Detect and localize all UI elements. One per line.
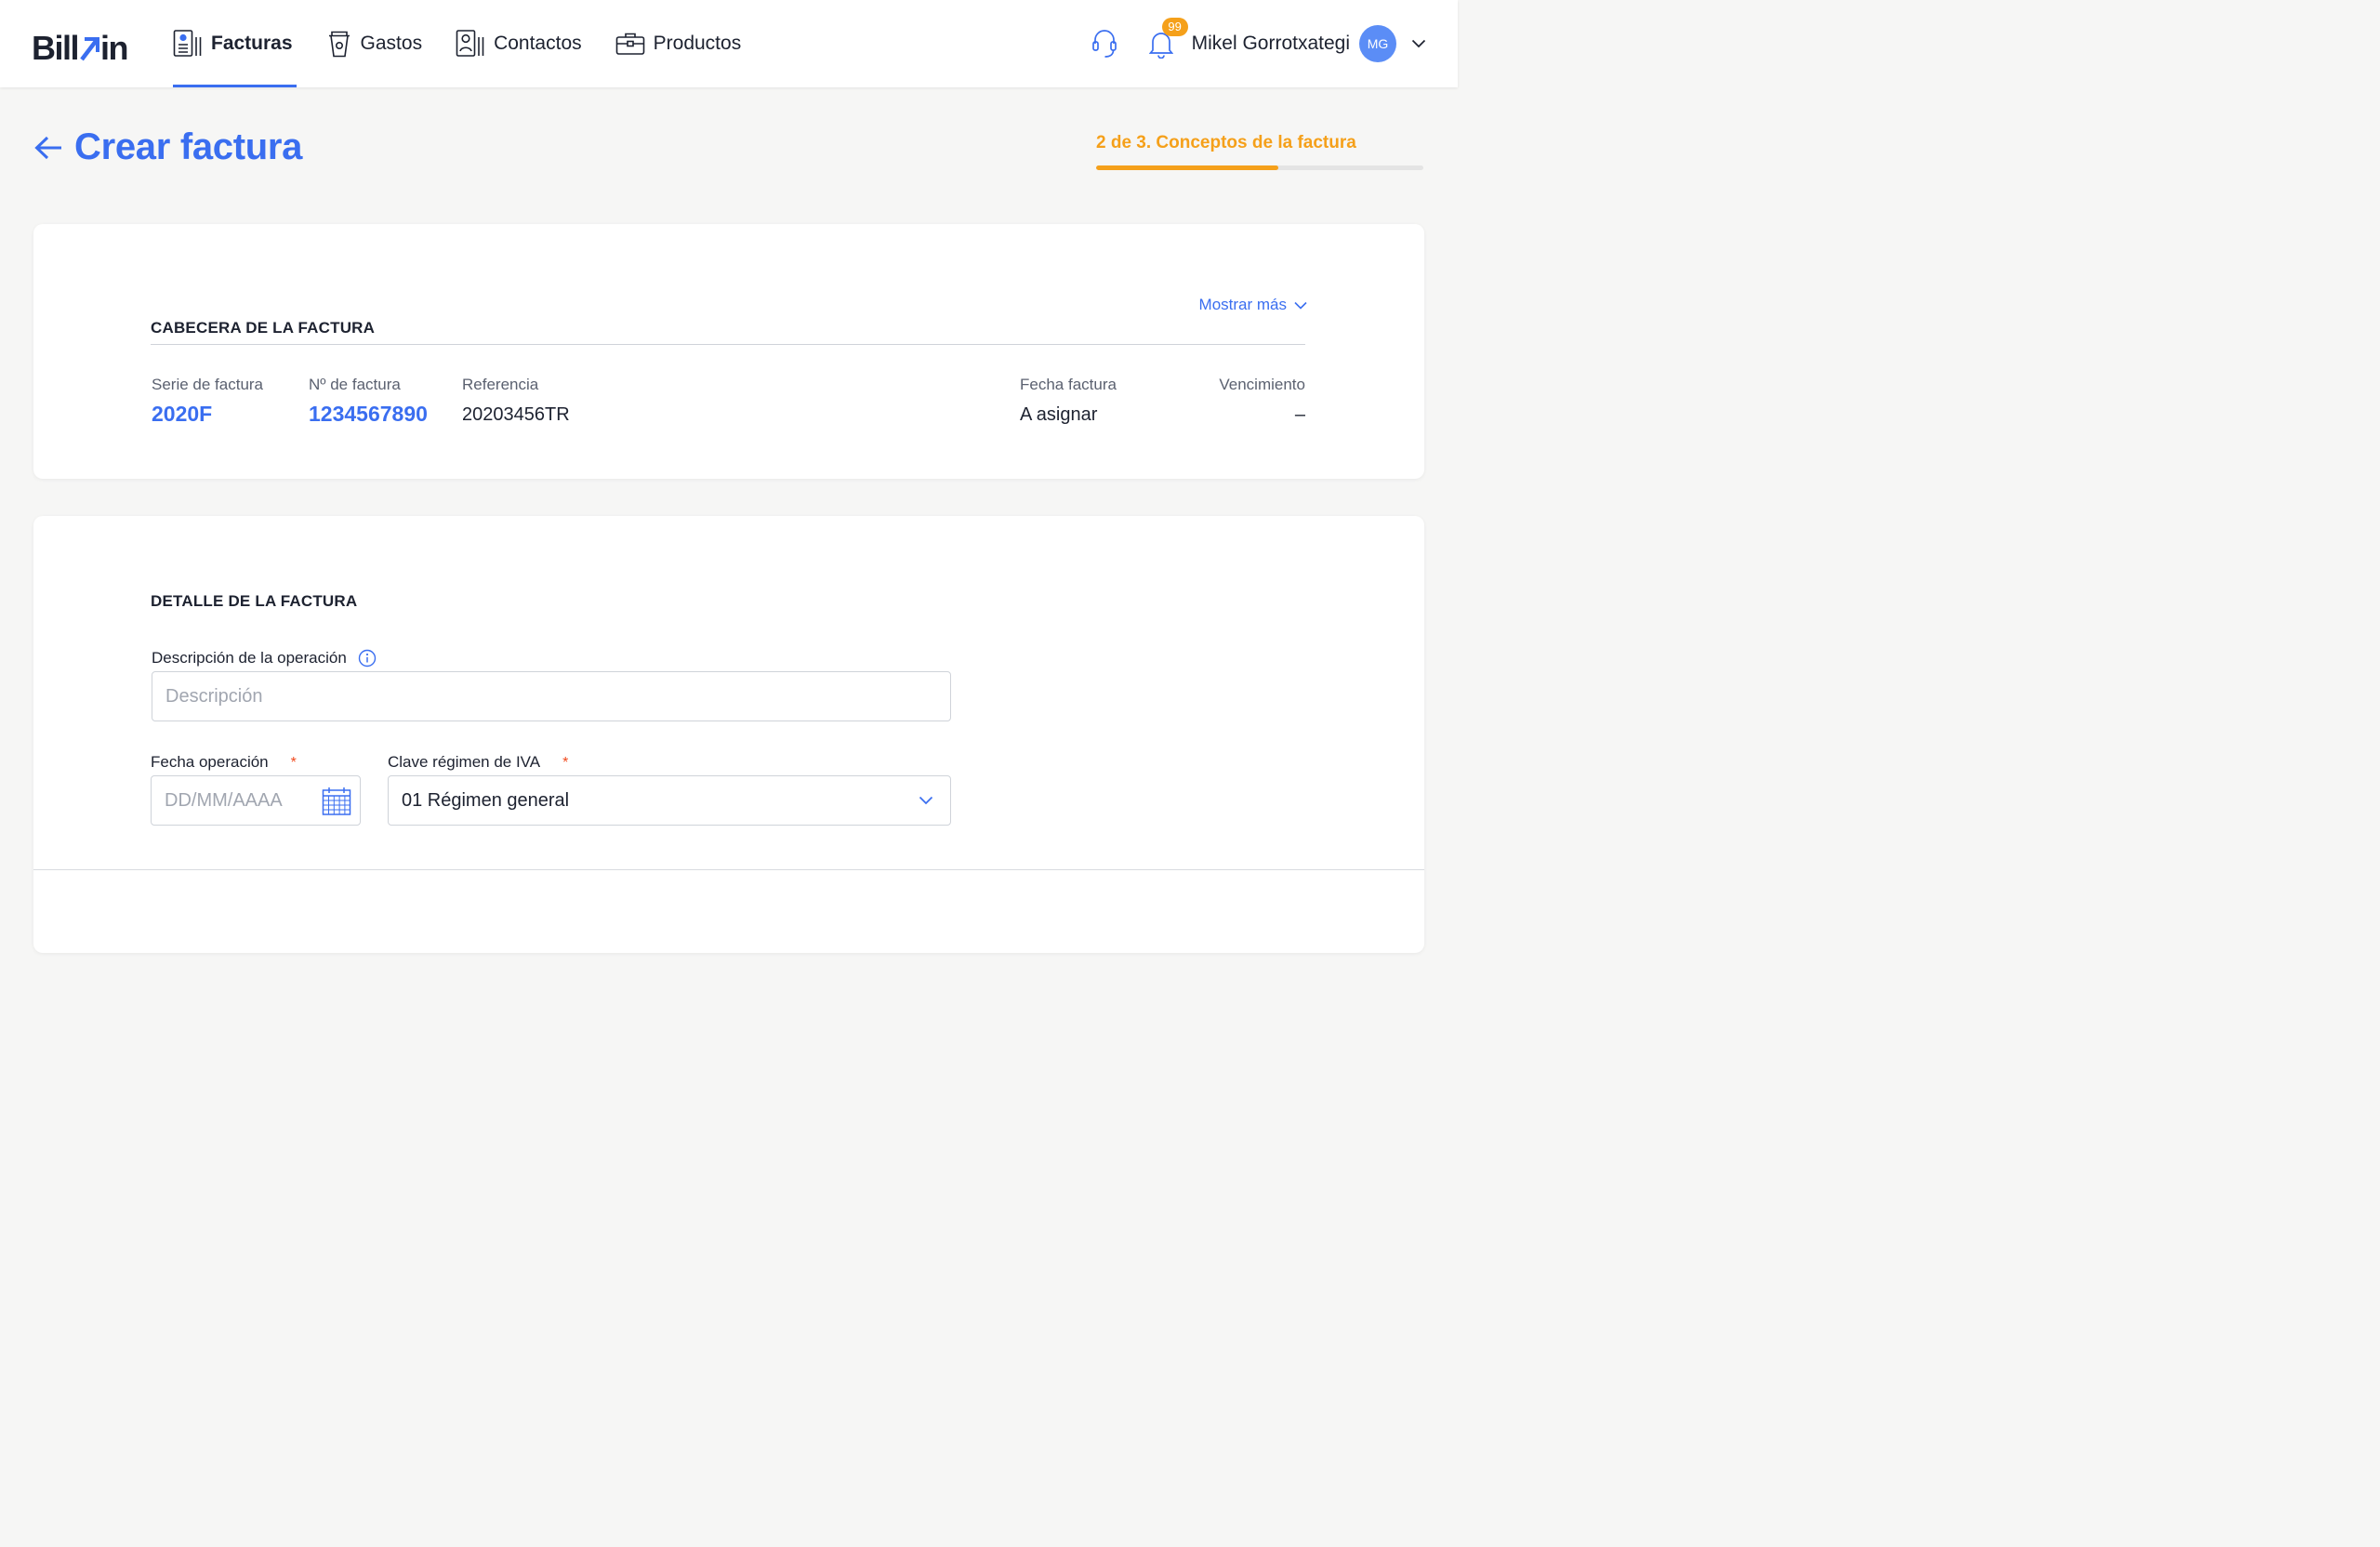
cup-icon [326,29,352,59]
top-navigation-bar: Bill in Facturas Gastos Contactos Produc… [0,0,1458,87]
nav-item-contactos[interactable]: Contactos [456,0,615,87]
invoice-detail-card: DETALLE DE LA FACTURA Descripción de la … [33,516,1424,953]
required-marker: * [562,755,569,771]
page-header: Crear factura [33,126,302,168]
nav-label: Productos [653,33,742,54]
progress-stepper: 2 de 3. Conceptos de la factura [1096,133,1423,170]
billin-logo[interactable]: Bill in [32,29,129,67]
field-label: Referencia [462,376,539,393]
nav-label: Contactos [494,33,582,54]
field-numero: Nº de factura 1234567890 [309,376,428,427]
nav-item-productos[interactable]: Productos [615,0,775,87]
invoice-header-card: CABECERA DE LA FACTURA Mostrar más Serie… [33,224,1424,479]
logo-arrow-icon [79,34,100,62]
nav-label: Gastos [360,33,423,54]
description-placeholder: Descripción [165,685,263,707]
calendar-icon[interactable] [322,787,351,816]
field-serie: Serie de factura 2020F [152,376,263,427]
field-label: Serie de factura [152,376,264,393]
user-name[interactable]: Mikel Gorrotxategi [1192,33,1350,55]
description-label: Descripción de la operación [152,649,347,667]
operation-date-placeholder: DD/MM/AAAA [165,789,283,811]
logo-text-left: Bill [32,29,80,67]
info-icon[interactable] [358,649,377,668]
logo-text-right: in [100,29,129,67]
description-label-row: Descripción de la operación [152,649,377,668]
field-value-referencia: 20203456TR [462,404,570,425]
field-label: Fecha factura [1020,376,1117,393]
field-fecha-factura: Fecha factura A asignar [1020,376,1117,426]
page-title: Crear factura [74,126,303,167]
step-label: 2 de 3. Conceptos de la factura [1096,133,1356,152]
nav-item-gastos[interactable]: Gastos [326,0,456,87]
field-value-serie[interactable]: 2020F [152,402,263,427]
field-value-vencimiento: – [1294,404,1305,425]
field-vencimiento: Vencimiento – [1219,376,1305,426]
notifications-bell-icon[interactable]: 99 [1148,18,1188,59]
operation-date-input[interactable]: DD/MM/AAAA [151,775,361,826]
chevron-down-icon [919,796,933,805]
field-label: Vencimiento [1219,376,1305,393]
nav-label: Facturas [211,33,293,54]
vat-regime-label: Clave régimen de IVA [388,753,541,771]
briefcase-icon [615,29,645,59]
step-progress-track [1096,165,1423,170]
operation-date-label-row: Fecha operación * [151,753,297,772]
contacts-icon [456,29,485,59]
field-value-numero[interactable]: 1234567890 [309,402,428,427]
field-label: Nº de factura [309,376,401,393]
notification-count-badge: 99 [1161,18,1188,36]
description-input[interactable]: Descripción [152,671,951,721]
support-headset-icon[interactable] [1091,28,1117,60]
operation-date-label: Fecha operación [151,753,269,771]
step-progress-fill [1096,165,1278,170]
avatar[interactable]: MG [1359,25,1396,62]
vat-regime-label-row: Clave régimen de IVA * [388,753,568,772]
chevron-down-icon[interactable] [1411,39,1426,48]
chevron-down-icon [1294,301,1307,310]
show-more-label: Mostrar más [1198,296,1287,313]
card-divider [33,869,1424,870]
section-title-detalle: DETALLE DE LA FACTURA [151,592,358,610]
show-more-button[interactable]: Mostrar más [1199,296,1307,314]
header-actions: 99 Mikel Gorrotxategi MG [1091,0,1458,87]
vat-regime-select[interactable]: 01 Régimen general [388,775,951,826]
section-title-cabecera: CABECERA DE LA FACTURA [151,319,376,337]
back-arrow-icon[interactable] [33,135,63,161]
field-value-fecha-factura: A asignar [1020,404,1098,425]
vat-regime-value: 01 Régimen general [402,789,570,811]
main-nav: Facturas Gastos Contactos Productos [173,0,774,87]
invoice-icon [173,29,203,59]
section-divider [151,344,1305,345]
nav-item-facturas[interactable]: Facturas [173,0,326,87]
required-marker: * [290,755,297,771]
field-referencia: Referencia 20203456TR [462,376,570,426]
